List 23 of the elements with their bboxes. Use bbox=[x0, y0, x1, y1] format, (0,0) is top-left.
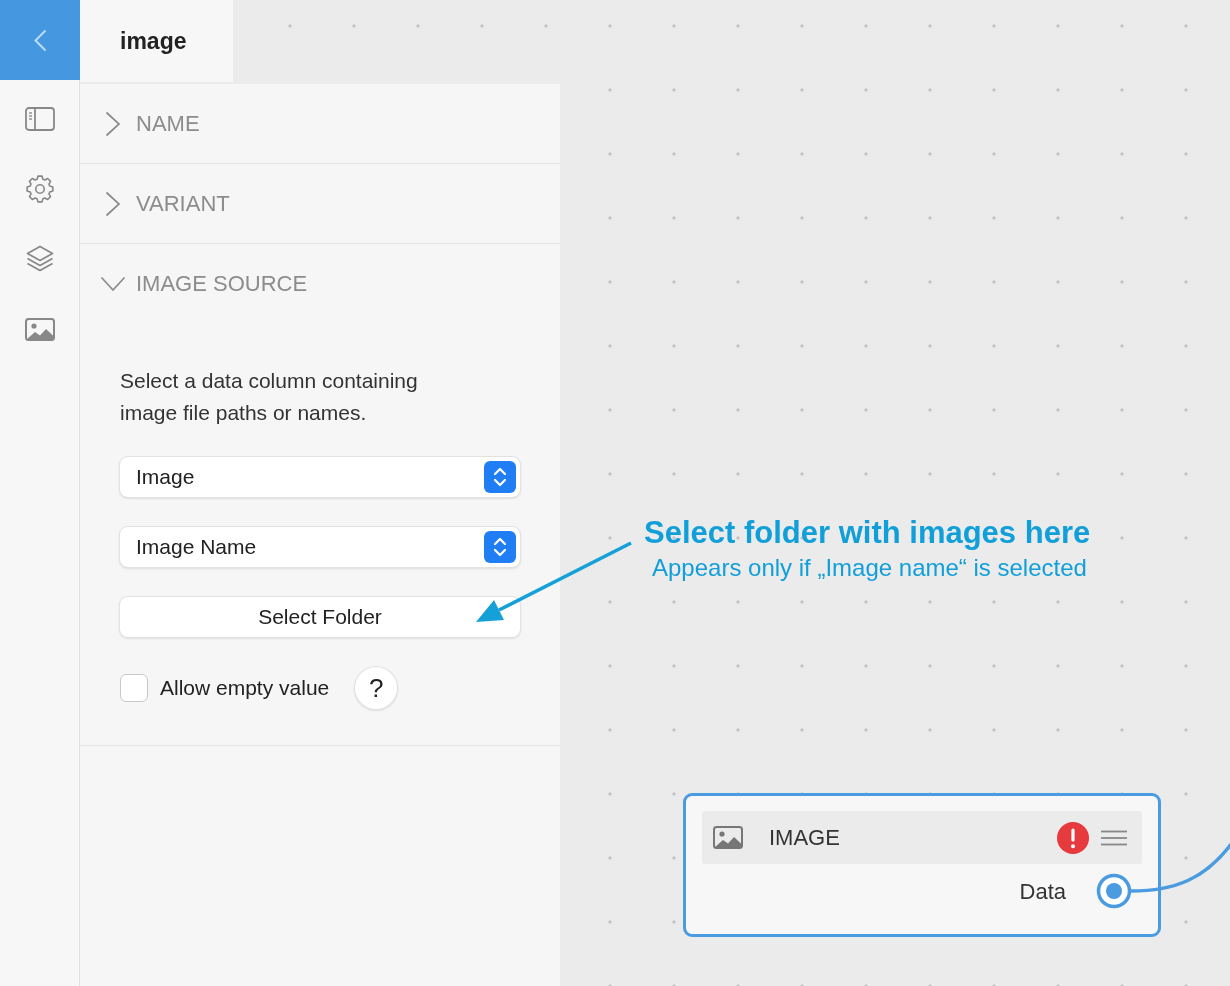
callout-title: Select folder with images here bbox=[644, 514, 1091, 552]
select-folder-button[interactable]: Select Folder bbox=[120, 597, 520, 637]
node-card[interactable]: IMAGE Data bbox=[683, 793, 1161, 937]
checkbox[interactable] bbox=[120, 674, 148, 702]
output-port-icon[interactable] bbox=[1096, 873, 1132, 909]
section-description: Select a data column containing image file paths or names. bbox=[120, 368, 419, 426]
menu-icon[interactable] bbox=[1101, 829, 1127, 846]
column-select[interactable]: Image bbox=[120, 457, 520, 497]
stepper-icon bbox=[484, 531, 516, 563]
title-tab[interactable]: image bbox=[80, 0, 233, 82]
layers-icon[interactable] bbox=[25, 245, 54, 273]
sidebar-panel-icon[interactable] bbox=[24, 107, 55, 131]
help-button[interactable]: ? bbox=[355, 667, 398, 709]
stepper-icon bbox=[484, 461, 516, 493]
checkbox-label[interactable]: Allow empty value bbox=[160, 672, 330, 704]
column-select[interactable]: Image Name bbox=[120, 527, 520, 567]
node-title: IMAGE bbox=[769, 824, 840, 852]
chevron-left-icon bbox=[33, 28, 47, 52]
settings-icon[interactable] bbox=[25, 175, 54, 203]
image-icon bbox=[713, 826, 743, 849]
output-label: Data bbox=[1019, 877, 1066, 906]
callout-subtitle: Appears only if „Image name“ is selected bbox=[652, 554, 1088, 583]
image-icon[interactable] bbox=[24, 317, 55, 341]
